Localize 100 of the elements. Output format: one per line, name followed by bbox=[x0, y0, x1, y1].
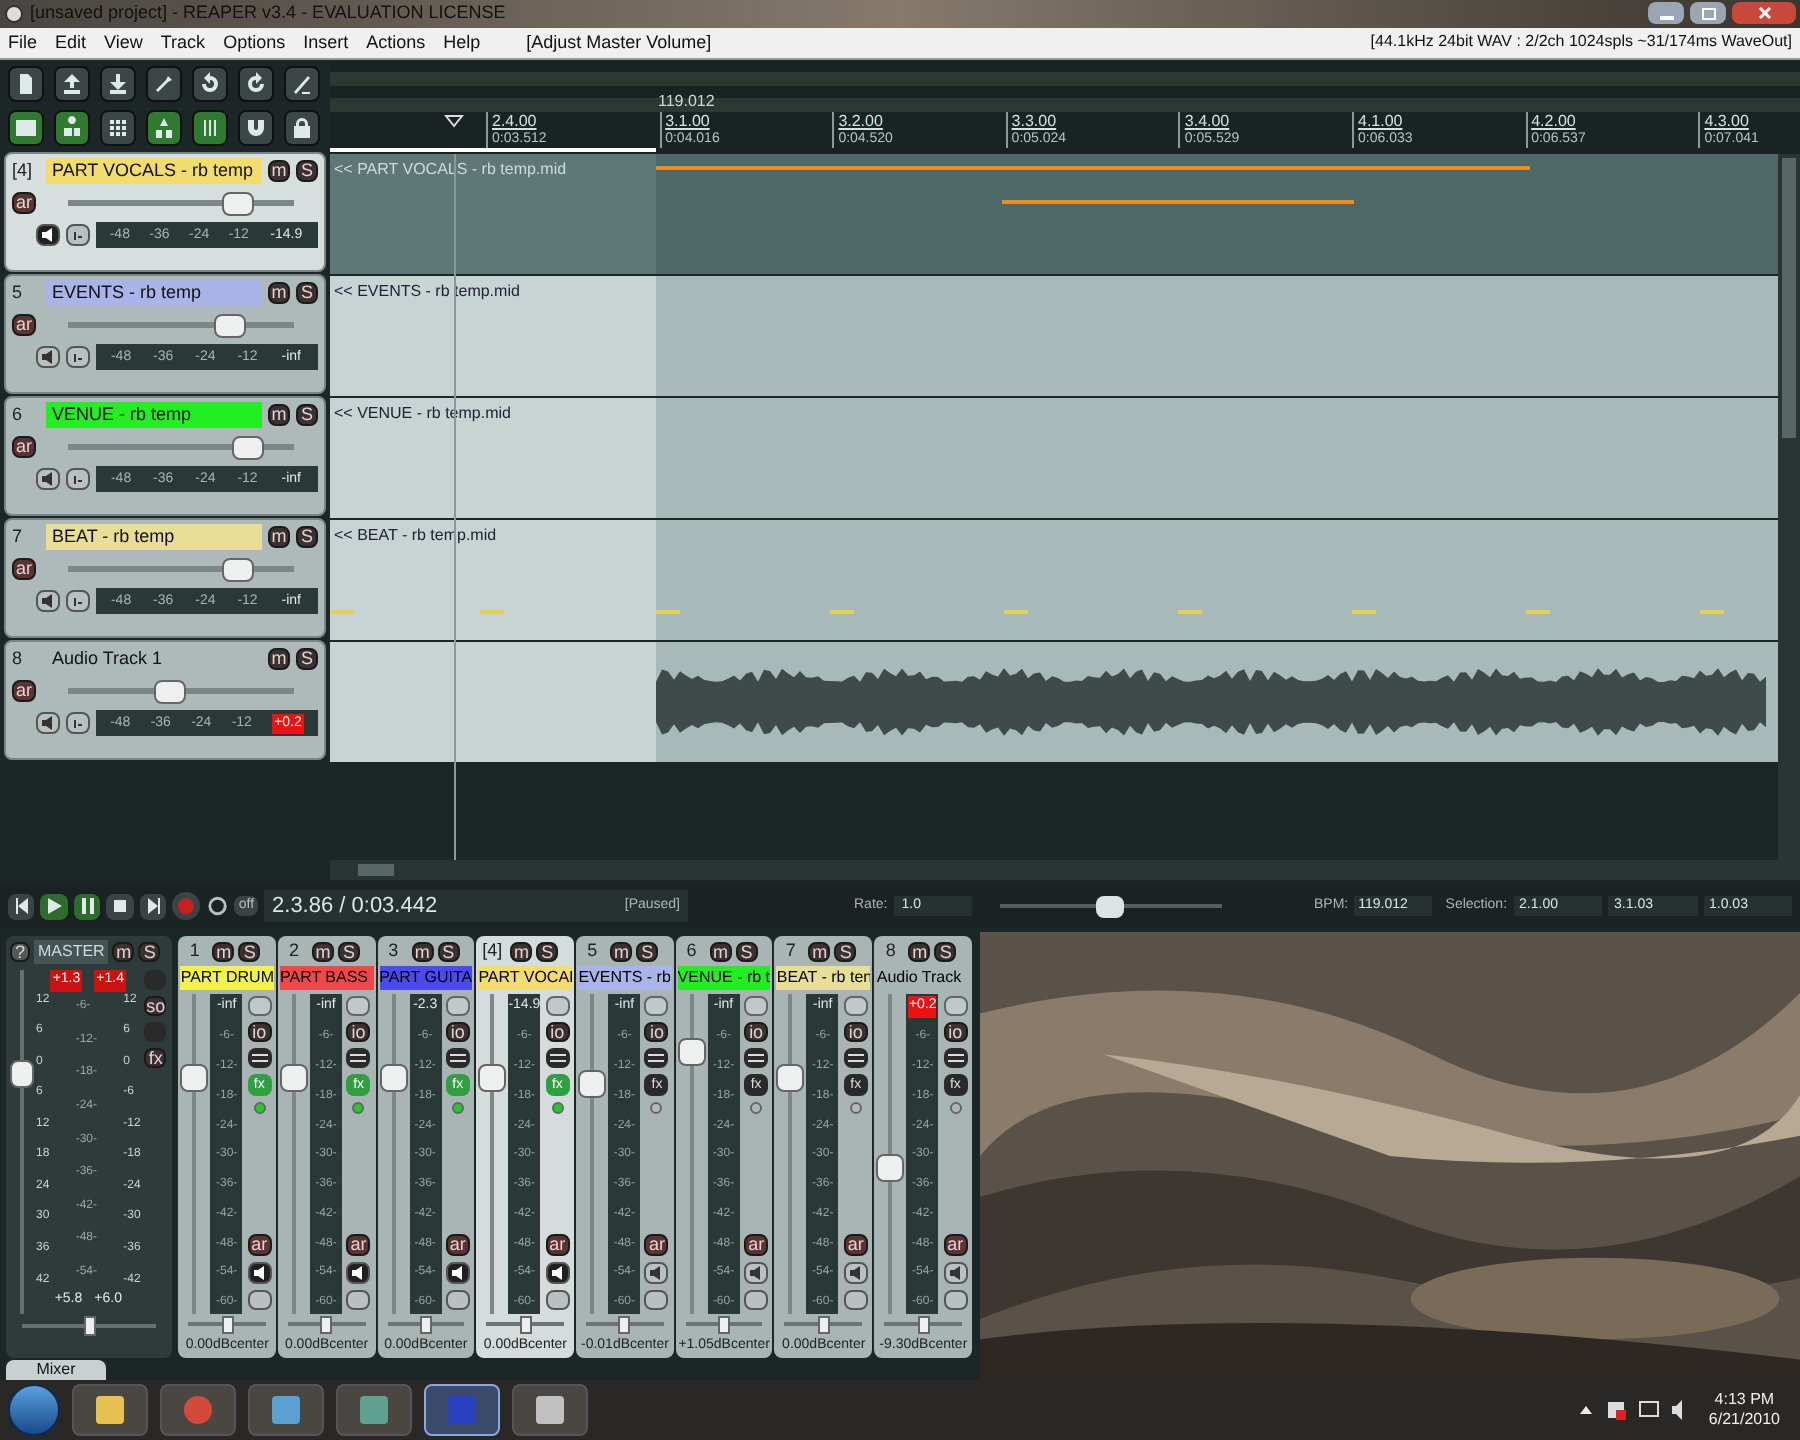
phase-button[interactable] bbox=[66, 712, 90, 735]
speaker-button[interactable] bbox=[545, 1262, 570, 1285]
strip-name[interactable]: VENUE - rb t bbox=[677, 966, 771, 991]
transport-button[interactable] bbox=[106, 893, 134, 920]
mute-button[interactable]: m bbox=[411, 942, 434, 963]
solo-button[interactable]: S bbox=[437, 942, 460, 963]
toolbar-button[interactable] bbox=[54, 109, 90, 146]
track-name[interactable]: BEAT - rb temp bbox=[46, 524, 262, 551]
toolbar-button[interactable] bbox=[238, 65, 274, 102]
arm-button[interactable]: ar bbox=[247, 1234, 272, 1257]
io-button[interactable]: io bbox=[843, 1022, 868, 1043]
mute-button[interactable]: m bbox=[908, 942, 931, 963]
toolbar-button[interactable] bbox=[100, 109, 136, 146]
speaker-button[interactable] bbox=[943, 1262, 968, 1285]
taskbar-app-button[interactable] bbox=[336, 1384, 412, 1437]
mute-button[interactable]: m bbox=[112, 942, 135, 963]
phase-button[interactable] bbox=[66, 346, 90, 369]
rate-thumb[interactable] bbox=[1096, 895, 1125, 918]
transport-button[interactable] bbox=[73, 893, 101, 920]
taskbar-app-button[interactable] bbox=[512, 1384, 588, 1437]
pan-slider[interactable] bbox=[288, 1314, 366, 1335]
fader-thumb[interactable] bbox=[379, 1063, 408, 1092]
speaker-button[interactable] bbox=[445, 1262, 470, 1285]
fader-thumb[interactable] bbox=[180, 1063, 209, 1092]
start-button[interactable] bbox=[8, 1384, 60, 1437]
speaker-button[interactable] bbox=[346, 1262, 371, 1285]
pan-slider[interactable] bbox=[586, 1314, 664, 1335]
io-button[interactable]: io bbox=[346, 1022, 371, 1043]
fader-thumb[interactable] bbox=[677, 1037, 706, 1066]
toolbar-button[interactable] bbox=[146, 65, 182, 102]
pan-slider[interactable] bbox=[784, 1314, 863, 1335]
route-button[interactable] bbox=[744, 996, 769, 1017]
phase-button[interactable] bbox=[66, 224, 90, 247]
media-item-label[interactable]: << EVENTS - rb temp.mid bbox=[334, 279, 520, 304]
scrollbar-thumb[interactable] bbox=[358, 864, 394, 877]
menu-item[interactable]: Actions bbox=[366, 29, 426, 57]
close-button[interactable] bbox=[1732, 2, 1796, 25]
mute-button[interactable]: m bbox=[212, 942, 235, 963]
solo-button[interactable]: S bbox=[296, 404, 318, 427]
solo-button[interactable]: S bbox=[238, 942, 261, 963]
help-button[interactable]: ? bbox=[10, 942, 30, 963]
arm-button[interactable]: ar bbox=[943, 1234, 968, 1257]
route-button[interactable] bbox=[545, 996, 570, 1017]
phase-button[interactable] bbox=[943, 1048, 968, 1069]
track-name[interactable]: EVENTS - rb temp bbox=[46, 280, 262, 307]
toolbar-button[interactable] bbox=[8, 65, 44, 102]
io-button[interactable]: io bbox=[545, 1022, 570, 1043]
phase-button[interactable] bbox=[247, 1048, 272, 1069]
strip-name[interactable]: PART BASS bbox=[280, 966, 374, 991]
menu-item[interactable]: Options bbox=[223, 29, 286, 57]
pan-slider[interactable] bbox=[387, 1314, 465, 1335]
phase-button[interactable] bbox=[545, 1290, 570, 1311]
io-button[interactable]: io bbox=[247, 1022, 272, 1043]
arm-button[interactable]: ar bbox=[545, 1234, 570, 1257]
toolbar-button[interactable] bbox=[192, 65, 228, 102]
strip-name[interactable]: PART DRUM bbox=[180, 966, 274, 991]
mute-button[interactable]: m bbox=[268, 526, 290, 549]
solo-button[interactable]: S bbox=[934, 942, 957, 963]
media-item-label[interactable]: << BEAT - rb temp.mid bbox=[334, 523, 497, 548]
mute-button[interactable]: m bbox=[808, 942, 831, 963]
pan-thumb[interactable] bbox=[419, 1315, 432, 1334]
maximize-button[interactable] bbox=[1690, 2, 1726, 25]
fader-thumb[interactable] bbox=[153, 679, 186, 704]
fader-thumb[interactable] bbox=[214, 313, 247, 338]
speaker-button[interactable] bbox=[36, 468, 60, 491]
route-button[interactable] bbox=[644, 996, 669, 1017]
route-button[interactable] bbox=[247, 996, 272, 1017]
phase-button[interactable] bbox=[843, 1048, 868, 1069]
solo-button[interactable]: S bbox=[536, 942, 559, 963]
speaker-button[interactable] bbox=[36, 590, 60, 613]
solo-button[interactable]: S bbox=[735, 942, 758, 963]
mute-button[interactable]: m bbox=[268, 648, 290, 671]
mute-button[interactable]: m bbox=[268, 160, 290, 183]
taskbar-app-button[interactable] bbox=[72, 1384, 148, 1437]
track-name[interactable]: VENUE - rb temp bbox=[46, 402, 262, 429]
pan-slider[interactable] bbox=[884, 1314, 962, 1335]
pan-slider[interactable] bbox=[685, 1314, 763, 1335]
speaker-button[interactable] bbox=[744, 1262, 769, 1285]
fader-thumb[interactable] bbox=[221, 191, 254, 216]
vertical-scrollbar[interactable] bbox=[1778, 153, 1800, 881]
solo-button[interactable]: S bbox=[138, 942, 161, 963]
strip-name[interactable]: PART GUITA bbox=[379, 966, 473, 991]
mute-button[interactable]: m bbox=[709, 942, 732, 963]
menu-item[interactable]: Edit bbox=[55, 29, 87, 57]
pan-thumb[interactable] bbox=[618, 1315, 631, 1334]
mute-button[interactable]: m bbox=[312, 942, 334, 963]
phase-button[interactable] bbox=[445, 1048, 470, 1069]
arm-button[interactable]: ar bbox=[12, 680, 36, 703]
media-item-label[interactable]: << VENUE - rb temp.mid bbox=[334, 401, 511, 426]
fader-thumb[interactable] bbox=[280, 1063, 308, 1092]
route-button[interactable] bbox=[346, 996, 371, 1017]
menu-item[interactable]: Insert bbox=[303, 29, 349, 57]
fader-thumb[interactable] bbox=[232, 435, 265, 460]
arm-button[interactable]: ar bbox=[346, 1234, 371, 1257]
arm-button[interactable]: ar bbox=[12, 558, 36, 581]
io-button[interactable]: io bbox=[445, 1022, 470, 1043]
route-button[interactable] bbox=[445, 996, 470, 1017]
pan-thumb[interactable] bbox=[519, 1315, 532, 1334]
route-button[interactable] bbox=[843, 996, 868, 1017]
speaker-button[interactable] bbox=[36, 712, 60, 735]
